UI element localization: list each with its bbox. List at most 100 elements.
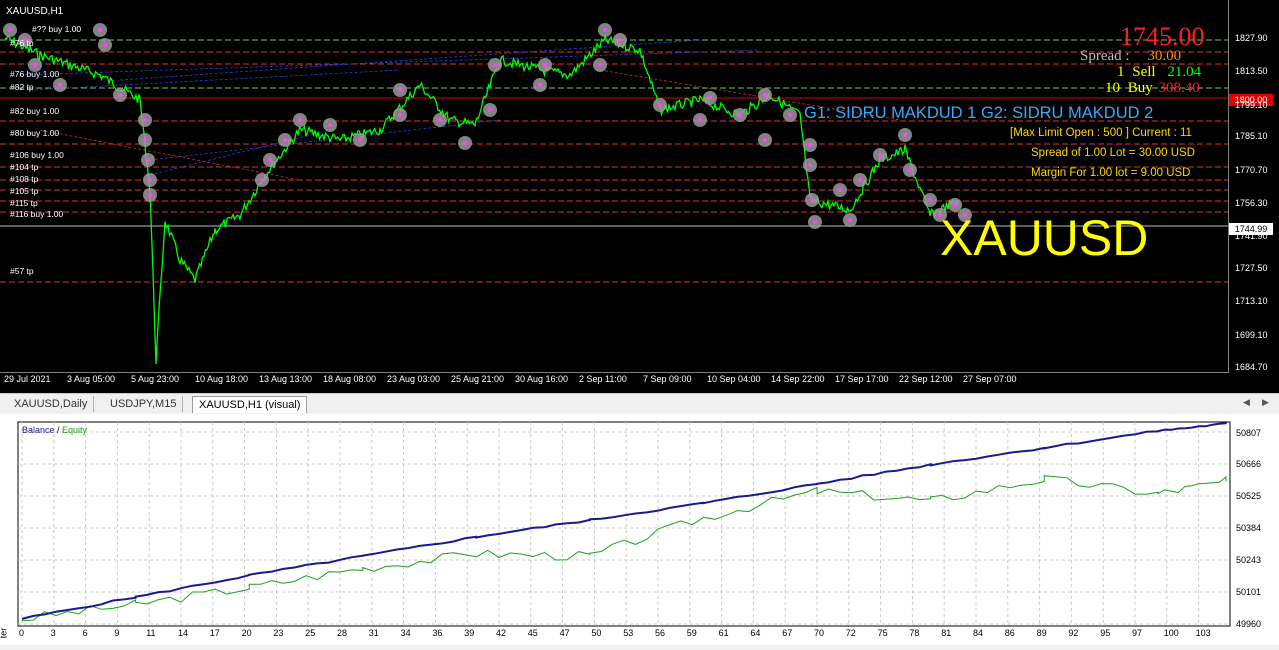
side-label: ter [0,627,9,639]
report-x-label: 45 [527,628,538,638]
time-axis-label: 13 Aug 13:00 [259,374,313,384]
y-axis-label: 1741.90 [1235,231,1268,241]
report-x-label: 67 [782,628,793,638]
report-x-label: 28 [337,628,348,638]
symbol-watermark: XAUUSD [940,210,1149,266]
y-axis-label: 1785.10 [1235,131,1268,141]
report-x-label: 14 [178,628,189,638]
tab-usdjpy-m15[interactable]: USDJPY,M15 [104,396,184,412]
order-label: #105 tp [10,186,39,196]
order-label: #82 tp [10,82,34,92]
report-x-label: 31 [368,628,379,638]
time-axis-label: 18 Aug 08:00 [323,374,377,384]
y-axis-label: 1727.50 [1235,263,1268,273]
report-x-label: 78 [909,628,920,638]
report-x-label: 17 [209,628,220,638]
report-x-label: 92 [1068,628,1079,638]
time-axis-label: 2 Sep 11:00 [579,374,627,384]
y-axis-label: 1684.70 [1235,362,1268,372]
buy-value: 308.40 [1158,80,1200,96]
y-axis-label: 1827.90 [1235,33,1268,43]
report-x-label: 84 [973,628,984,638]
report-x-label: 23 [273,628,284,638]
spread-lot-text: Spread of 1.00 Lot = 30.00 USD [1031,147,1195,159]
report-x-label: 6 [82,628,88,638]
balance-equity-chart [17,421,1231,627]
report-x-label: 95 [1100,628,1111,638]
time-axis-label: 27 Sep 07:00 [963,374,1017,384]
report-x-label: 39 [464,628,475,638]
report-x-label: 42 [496,628,507,638]
tab-scroll-right-icon[interactable]: ▶ [1262,397,1269,408]
time-axis-label: 14 Sep 22:00 [771,374,825,384]
report-x-label: 11 [146,628,156,638]
report-y-label: 50384 [1236,523,1262,533]
order-label: #108 tp [10,174,39,184]
report-legend: Balance / Equity [22,425,87,435]
y-axis-label: 1813.50 [1235,66,1268,76]
order-label: #76 buy 1.00 [10,69,60,79]
order-label: #104 tp [10,162,39,172]
report-y-label: 50666 [1236,459,1262,469]
time-axis-label: 7 Sep 09:00 [643,374,692,384]
time-axis-label: 23 Aug 03:00 [387,374,441,384]
report-x-label: 86 [1004,628,1015,638]
report-x-label: 59 [686,628,697,638]
time-axis-label: 30 Aug 16:00 [515,374,569,384]
time-axis-label: 17 Sep 17:00 [835,374,889,384]
legend-balance: Balance [22,425,55,435]
balance-equity-report: Balance / Equity ter 50807 50666 50525 5038… [0,414,1279,645]
report-x-label: 0 [19,628,25,638]
report-x-label: 64 [750,628,761,638]
report-y-label: 49960 [1236,619,1262,629]
report-x-label: 53 [623,628,634,638]
y-axis-label: 1756.30 [1235,198,1268,208]
report-x-label: 47 [559,628,570,638]
spread-value: 30.00 [1147,48,1182,64]
report-x-label: 9 [114,628,120,638]
report-x-label: 89 [1036,628,1047,638]
order-label: #82 buy 1.00 [10,106,60,116]
order-label: #?? buy 1.00 [32,24,82,34]
order-label: #116 buy 1.00 [10,209,64,219]
report-x-label: 36 [432,628,443,638]
time-axis-label: 25 Aug 21:00 [451,374,505,384]
tab-xauusd-h1-visual[interactable]: XAUUSD,H1 (visual) [192,396,308,413]
report-x-label: 103 [1195,628,1211,638]
tab-xauusd-daily[interactable]: XAUUSD,Daily [8,396,95,412]
report-y-label: 50807 [1236,428,1262,438]
chart-tabs: XAUUSD,Daily USDJPY,M15 XAUUSD,H1 (visua… [0,393,1279,414]
symbol-label: XAUUSD,H1 [6,6,64,17]
sell-value: 21.04 [1167,64,1202,80]
report-x-label: 97 [1132,628,1143,638]
y-axis-label: 1699.10 [1235,330,1268,340]
order-label: #80 buy 1.00 [10,128,60,138]
report-y-label: 50525 [1236,491,1262,501]
y-axis-label: 1713.10 [1235,296,1268,306]
time-axis-label: 22 Sep 12:00 [899,374,953,384]
y-axis-label: 1770.70 [1235,165,1268,175]
report-x-label: 3 [50,628,56,638]
time-axis-label: 3 Aug 05:00 [67,374,116,384]
tab-scroll-left-icon[interactable]: ◀ [1243,397,1250,408]
max-limit-text: [Max Limit Open : 500 ] Current : 11 [1010,127,1192,139]
report-x-label: 100 [1163,628,1179,638]
report-x-label: 75 [877,628,888,638]
order-label: #115 tp [10,198,38,208]
report-x-label: 61 [718,628,729,638]
report-x-label: 70 [814,628,825,638]
group-text: G1: SIDRU MAKDUD 1 G2: SIDRU MAKDUD 2 [804,104,1154,122]
time-axis-label: 10 Sep 04:00 [707,374,761,384]
time-axis-label: 29 Jul 2021 [4,374,51,384]
buy-count: 10 [1105,80,1120,96]
legend-equity: Equity [62,425,88,435]
order-label: #106 buy 1.00 [10,150,64,160]
report-x-label: 50 [591,628,602,638]
price-chart[interactable]: XAUUSD,H1 #?? buy 1.00 #76 tp #76 buy 1.00… [0,0,1279,393]
report-x-label: 81 [941,628,952,638]
report-x-label: 20 [241,628,252,638]
y-axis-label: 1799.10 [1235,100,1268,110]
report-x-label: 25 [305,628,316,638]
report-x-label: 56 [655,628,666,638]
buy-label: Buy [1127,80,1153,96]
